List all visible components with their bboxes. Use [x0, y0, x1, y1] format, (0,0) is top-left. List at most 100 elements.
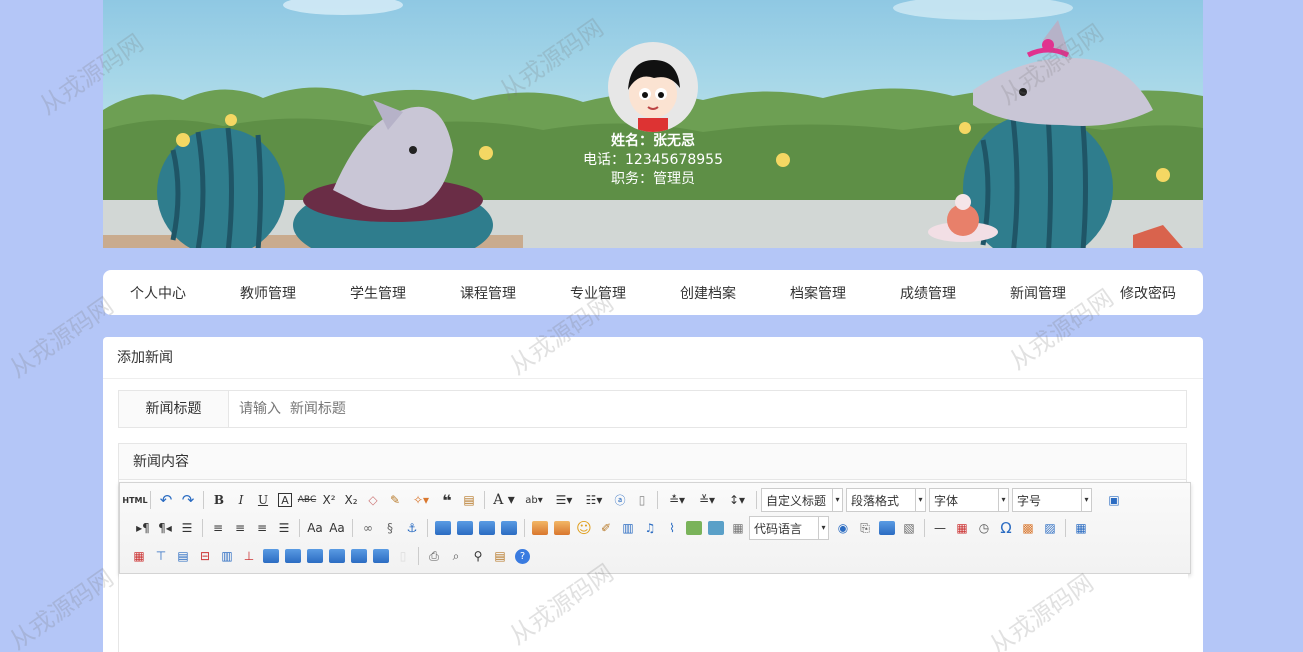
font-border-icon[interactable]: A [278, 493, 292, 507]
image-none-icon[interactable] [432, 517, 454, 539]
ltr-direction-icon[interactable]: ▸¶ [132, 517, 154, 539]
auto-format-icon[interactable]: ✧▾ [406, 489, 436, 511]
horizontal-rule-icon[interactable]: — [929, 517, 951, 539]
nav-item-news-management[interactable]: 新闻管理 [983, 283, 1093, 303]
nav-item-course-management[interactable]: 课程管理 [433, 283, 543, 303]
nav-item-archive-management[interactable]: 档案管理 [763, 283, 873, 303]
unlink-icon[interactable]: § [379, 517, 401, 539]
split-to-cols-icon[interactable] [370, 545, 392, 567]
paste-plain-icon[interactable]: ▤ [458, 489, 480, 511]
gmap-icon[interactable] [705, 517, 727, 539]
attachment-icon[interactable]: ⌇ [661, 517, 683, 539]
insert-row-icon[interactable]: ▤ [172, 545, 194, 567]
scrawl-icon[interactable]: ✐ [595, 517, 617, 539]
clear-doc-icon[interactable]: ▯ [631, 489, 653, 511]
to-uppercase-icon[interactable]: Aa [304, 517, 326, 539]
insert-frame-icon[interactable]: ▦ [727, 517, 749, 539]
news-content-label: 新闻内容 [119, 444, 1186, 480]
nav-item-change-password[interactable]: 修改密码 [1093, 283, 1203, 303]
news-title-input[interactable] [229, 391, 1186, 427]
charts-icon[interactable]: ▯ [392, 545, 414, 567]
toolbar-separator [524, 519, 525, 537]
simple-upload-icon[interactable] [529, 517, 551, 539]
insert-paragraph-before-table-icon[interactable]: ⊤ [150, 545, 172, 567]
watermark: 从戎源码网 [4, 291, 119, 384]
nav-item-personal-center[interactable]: 个人中心 [103, 283, 213, 303]
help-icon[interactable]: ? [515, 548, 530, 564]
nav-item-student-management[interactable]: 学生管理 [323, 283, 433, 303]
eraser-icon[interactable]: ◇ [362, 489, 384, 511]
subscript-icon[interactable]: X₂ [340, 489, 362, 511]
nav-item-create-archive[interactable]: 创建档案 [653, 283, 763, 303]
underline-icon[interactable]: U [252, 489, 274, 511]
insert-video-icon[interactable]: ▥ [617, 517, 639, 539]
drafts-icon[interactable]: ▤ [489, 545, 511, 567]
emotion-icon[interactable]: ☺ [573, 517, 595, 539]
background-color-icon[interactable]: ab▾ [519, 489, 549, 511]
align-center-icon[interactable]: ≡ [229, 517, 251, 539]
font-family-select[interactable]: 字体 ▾ [929, 488, 1009, 512]
image-left-icon[interactable] [454, 517, 476, 539]
wordimage-icon[interactable]: ▩ [1017, 517, 1039, 539]
music-icon[interactable]: ♫ [639, 517, 661, 539]
delete-col-icon[interactable]: ⊥ [238, 545, 260, 567]
ordered-list-icon[interactable]: ☰▾ [549, 489, 579, 511]
image-center-icon[interactable] [498, 517, 520, 539]
format-brush-icon[interactable]: ✎ [384, 489, 406, 511]
align-right-icon[interactable]: ≡ [251, 517, 273, 539]
superscript-icon[interactable]: X² [318, 489, 340, 511]
merge-right-icon[interactable] [282, 545, 304, 567]
webapp-icon[interactable]: ◉ [832, 517, 854, 539]
custom-title-select[interactable]: 自定义标题 ▾ [761, 488, 843, 512]
line-height-icon[interactable]: ↕▾ [722, 489, 752, 511]
search-replace-icon[interactable]: ▨ [1039, 517, 1061, 539]
split-to-rows-icon[interactable] [348, 545, 370, 567]
italic-icon[interactable]: I [230, 489, 252, 511]
preview-icon[interactable]: ⌕ [445, 545, 467, 567]
template-icon[interactable] [876, 517, 898, 539]
code-language-select[interactable]: 代码语言 ▾ [749, 516, 829, 540]
insert-col-icon[interactable]: ▥ [216, 545, 238, 567]
align-left-icon[interactable]: ≡ [207, 517, 229, 539]
rtl-direction-icon[interactable]: ¶◂ [154, 517, 176, 539]
delete-table-icon[interactable]: ▦ [128, 545, 150, 567]
insert-image-icon[interactable] [551, 517, 573, 539]
font-color-icon[interactable]: A ▾ [489, 489, 519, 511]
nav-item-major-management[interactable]: 专业管理 [543, 283, 653, 303]
delete-row-icon[interactable]: ⊟ [194, 545, 216, 567]
print-icon[interactable]: ⎙ [423, 545, 445, 567]
editor-content-area[interactable] [119, 574, 1188, 652]
search-icon[interactable]: ⚲ [467, 545, 489, 567]
nav-item-score-management[interactable]: 成绩管理 [873, 283, 983, 303]
pagebreak-icon[interactable]: ⎘ [854, 517, 876, 539]
row-spacing-top-icon[interactable]: ≛▾ [662, 489, 692, 511]
anchor-icon[interactable]: ⚓ [401, 517, 423, 539]
paragraph-format-select[interactable]: 段落格式 ▾ [846, 488, 926, 512]
split-to-cells-icon[interactable] [326, 545, 348, 567]
fullscreen-icon[interactable]: ▣ [1103, 489, 1125, 511]
link-icon[interactable]: ∞ [357, 517, 379, 539]
time-icon[interactable]: ◷ [973, 517, 995, 539]
special-char-icon[interactable]: Ω [995, 517, 1017, 539]
date-icon[interactable]: ▦ [951, 517, 973, 539]
select-all-icon[interactable]: ⓐ [609, 489, 631, 511]
merge-down-icon[interactable] [304, 545, 326, 567]
nav-item-teacher-management[interactable]: 教师管理 [213, 283, 323, 303]
to-lowercase-icon[interactable]: Aa [326, 517, 348, 539]
undo-icon[interactable]: ↶ [155, 489, 177, 511]
image-right-icon[interactable] [476, 517, 498, 539]
redo-icon[interactable]: ↷ [177, 489, 199, 511]
strikethrough-icon[interactable]: ABC [296, 489, 318, 511]
indent-icon[interactable]: ☰ [176, 517, 198, 539]
map-icon[interactable] [683, 517, 705, 539]
blockquote-icon[interactable]: ❝ [436, 489, 458, 511]
insert-table-icon[interactable]: ▦ [1070, 517, 1092, 539]
background-icon[interactable]: ▧ [898, 517, 920, 539]
html-source-button[interactable]: HTML [122, 489, 147, 511]
font-size-select[interactable]: 字号 ▾ [1012, 488, 1092, 512]
align-justify-icon[interactable]: ☰ [273, 517, 295, 539]
bold-icon[interactable]: B [208, 489, 230, 511]
row-spacing-bottom-icon[interactable]: ≚▾ [692, 489, 722, 511]
unordered-list-icon[interactable]: ☷▾ [579, 489, 609, 511]
merge-cells-icon[interactable] [260, 545, 282, 567]
